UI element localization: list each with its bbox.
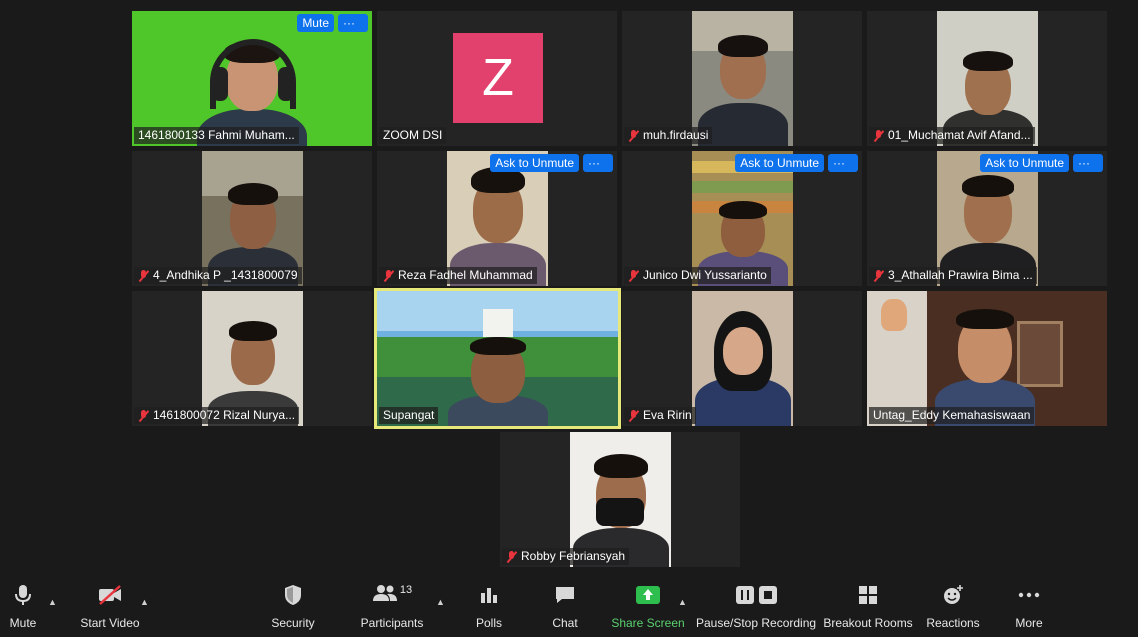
participant-name: Robby Febriansyah xyxy=(502,548,630,565)
gallery-view: Mute ··· 1461800133 Fahmi Muham... Z ZOO… xyxy=(0,0,1138,580)
mic-muted-icon xyxy=(873,129,884,142)
participant-name: 4_Andhika P _1431800079 xyxy=(134,267,302,284)
participant-name: Untag_Eddy Kemahasiswaan xyxy=(869,407,1035,424)
breakout-rooms-icon xyxy=(858,580,878,610)
reactions-icon xyxy=(942,580,964,610)
audio-options-caret[interactable]: ▲ xyxy=(48,597,57,607)
video-tile[interactable]: muh.firdausi xyxy=(622,11,862,146)
mic-muted-icon xyxy=(628,409,639,422)
pause-icon xyxy=(735,586,754,604)
participants-button[interactable]: 13 Participants xyxy=(360,580,424,637)
video-tile[interactable]: Z ZOOM DSI xyxy=(377,11,617,146)
video-tile[interactable]: Ask to Unmute ··· Junico Dwi Yussarianto xyxy=(622,151,862,286)
participant-video xyxy=(202,151,303,286)
ask-to-unmute-button[interactable]: Ask to Unmute xyxy=(980,154,1069,172)
video-options-caret[interactable]: ▲ xyxy=(140,597,149,607)
more-options-button[interactable]: ··· xyxy=(338,14,368,32)
participant-video xyxy=(692,291,793,426)
ask-to-unmute-button[interactable]: Ask to Unmute xyxy=(490,154,579,172)
mic-muted-icon xyxy=(628,129,639,142)
chat-button[interactable]: Chat xyxy=(548,580,582,637)
participant-name: 01_Muchamat Avif Afand... xyxy=(869,127,1035,144)
mute-participant-button[interactable]: Mute xyxy=(297,14,334,32)
tile-overlay: Ask to Unmute ··· xyxy=(980,154,1103,172)
reactions-button[interactable]: Reactions xyxy=(926,580,980,637)
video-tile[interactable]: Mute ··· 1461800133 Fahmi Muham... xyxy=(132,11,372,146)
tile-overlay: Ask to Unmute ··· xyxy=(490,154,613,172)
participant-video xyxy=(692,11,793,146)
security-button[interactable]: Security xyxy=(268,580,318,637)
meeting-toolbar: Mute ▲ Start Video ▲ Security 13 Partici… xyxy=(0,580,1138,637)
more-options-button[interactable]: ··· xyxy=(1073,154,1103,172)
participant-name: 1461800072 Rizal Nurya... xyxy=(134,407,300,424)
participant-name: Junico Dwi Yussarianto xyxy=(624,267,771,284)
participant-name: muh.firdausi xyxy=(624,127,713,144)
breakout-rooms-button[interactable]: Breakout Rooms xyxy=(823,580,913,637)
polls-icon xyxy=(479,580,499,610)
microphone-icon xyxy=(13,580,33,610)
mic-muted-icon xyxy=(138,409,149,422)
share-screen-icon xyxy=(636,580,660,610)
chat-icon xyxy=(554,580,576,610)
polls-button[interactable]: Polls xyxy=(474,580,504,637)
video-tile[interactable]: Eva Ririn xyxy=(622,291,862,426)
video-tile[interactable]: Robby Febriansyah xyxy=(500,432,740,567)
participant-video xyxy=(867,291,1107,426)
video-tile[interactable]: 4_Andhika P _1431800079 xyxy=(132,151,372,286)
mic-muted-icon xyxy=(383,269,394,282)
share-screen-button[interactable]: Share Screen xyxy=(611,580,685,637)
tile-overlay: Mute ··· xyxy=(297,14,368,32)
participant-video xyxy=(570,432,671,567)
video-tile[interactable]: Untag_Eddy Kemahasiswaan xyxy=(867,291,1107,426)
mic-muted-icon xyxy=(628,269,639,282)
mute-button[interactable]: Mute xyxy=(0,580,46,637)
participant-video xyxy=(377,291,618,426)
participant-name: Eva Ririn xyxy=(624,407,696,424)
participant-name: Supangat xyxy=(379,407,439,424)
start-video-button[interactable]: Start Video xyxy=(80,580,140,637)
video-tile[interactable]: 1461800072 Rizal Nurya... xyxy=(132,291,372,426)
participants-icon xyxy=(372,583,398,608)
shield-icon xyxy=(283,580,303,610)
more-options-button[interactable]: ··· xyxy=(583,154,613,172)
stop-icon xyxy=(758,586,777,604)
mic-muted-icon xyxy=(873,269,884,282)
ask-to-unmute-button[interactable]: Ask to Unmute xyxy=(735,154,824,172)
participant-name: 1461800133 Fahmi Muham... xyxy=(134,127,299,144)
mic-muted-icon xyxy=(138,269,149,282)
avatar: Z xyxy=(453,33,543,123)
video-tile[interactable]: Ask to Unmute ··· Reza Fadhel Muhammad xyxy=(377,151,617,286)
video-tile-active-speaker[interactable]: Supangat xyxy=(374,288,621,429)
pause-stop-recording-button[interactable]: Pause/Stop Recording xyxy=(696,580,816,637)
video-tile[interactable]: Ask to Unmute ··· 3_Athallah Prawira Bim… xyxy=(867,151,1107,286)
participants-count: 13 xyxy=(399,584,413,596)
mic-muted-icon xyxy=(506,550,517,563)
participants-options-caret[interactable]: ▲ xyxy=(436,597,445,607)
share-options-caret[interactable]: ▲ xyxy=(678,597,687,607)
video-off-icon xyxy=(96,580,124,610)
more-options-button[interactable]: ··· xyxy=(828,154,858,172)
tile-overlay: Ask to Unmute ··· xyxy=(735,154,858,172)
participant-video xyxy=(202,291,303,426)
participant-video xyxy=(937,11,1038,146)
participant-name: Reza Fadhel Muhammad xyxy=(379,267,537,284)
participant-name: ZOOM DSI xyxy=(379,127,447,144)
more-dots-icon xyxy=(1018,580,1040,610)
video-tile[interactable]: 01_Muchamat Avif Afand... xyxy=(867,11,1107,146)
participant-name: 3_Athallah Prawira Bima ... xyxy=(869,267,1037,284)
more-button[interactable]: More xyxy=(1012,580,1046,637)
